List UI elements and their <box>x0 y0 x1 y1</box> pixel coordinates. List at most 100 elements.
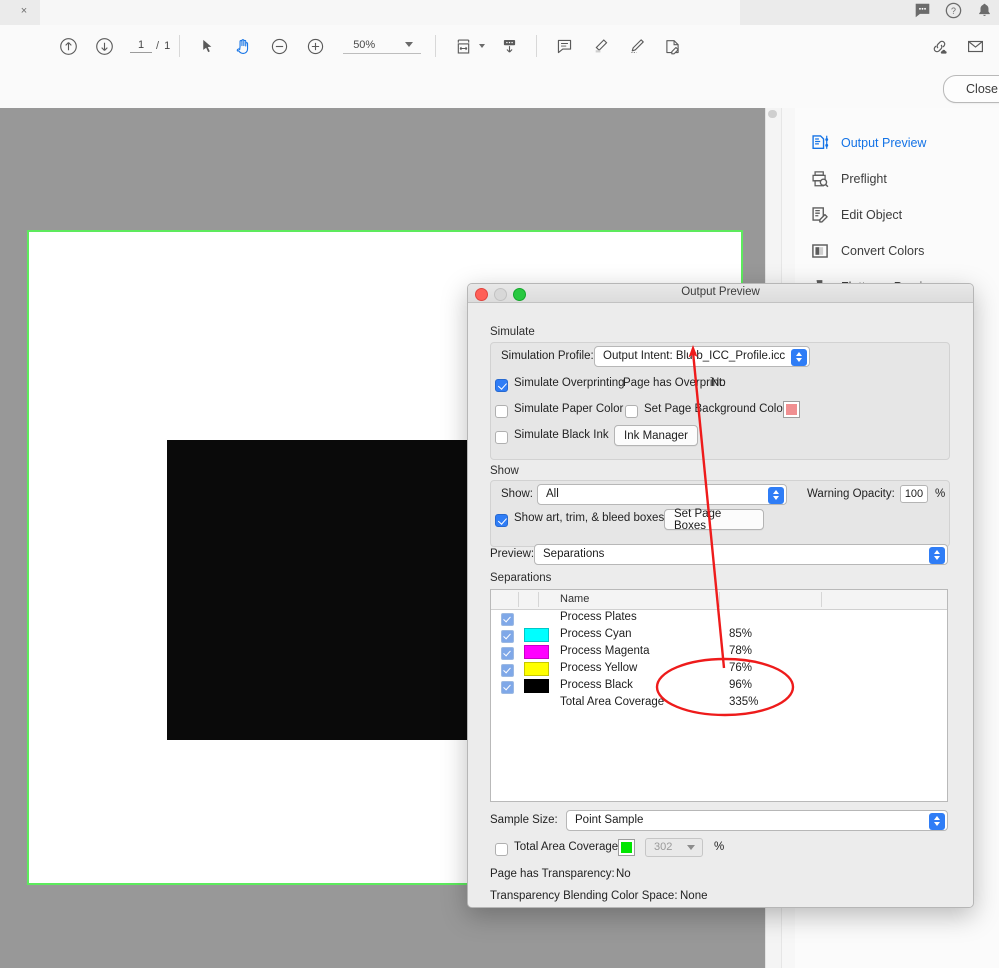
close-button[interactable]: Close <box>943 75 999 103</box>
set-page-background-color-label: Set Page Background Color <box>644 403 787 415</box>
sample-size-select[interactable]: Point Sample <box>566 810 948 831</box>
separation-percent: 335% <box>729 696 759 708</box>
sidebar-item-convert-colors[interactable]: Convert Colors <box>803 236 999 266</box>
comment-icon[interactable] <box>914 2 931 19</box>
page-current-input[interactable]: 1 <box>130 39 152 53</box>
next-page-icon[interactable] <box>91 33 117 59</box>
fit-page-icon[interactable] <box>450 33 476 59</box>
sample-size-label: Sample Size: <box>490 814 558 826</box>
hand-tool-icon[interactable] <box>230 33 256 59</box>
separation-checkbox[interactable] <box>501 681 514 694</box>
preview-label: Preview: <box>490 548 535 560</box>
table-row[interactable]: Process Magenta 78% <box>491 644 947 661</box>
simulation-profile-stepper-icon[interactable] <box>791 348 807 366</box>
output-preview-icon <box>809 132 831 154</box>
simulate-paper-color-checkbox[interactable] <box>495 405 508 418</box>
separation-color-swatch <box>524 679 549 693</box>
show-page-boxes-checkbox[interactable] <box>495 514 508 527</box>
preview-select[interactable]: Separations <box>534 544 948 565</box>
total-area-coverage-swatch[interactable] <box>618 839 635 856</box>
separation-color-swatch <box>524 645 549 659</box>
simulate-black-ink-label: Simulate Black Ink <box>514 429 609 441</box>
close-tab-icon[interactable]: × <box>18 5 30 17</box>
separations-rows: Process Plates Process Cyan 85% Process Mag… <box>491 610 947 712</box>
share-link-icon[interactable] <box>926 33 952 59</box>
add-comment-icon[interactable] <box>551 33 577 59</box>
sidebar-item-output-preview[interactable]: Output Preview <box>803 128 999 158</box>
separation-percent: 96% <box>729 679 753 691</box>
page-has-transparency-label: Page has Transparency: <box>490 868 615 880</box>
sidebar-item-label: Output Preview <box>841 136 927 150</box>
show-value: All <box>546 488 559 500</box>
simulate-paper-color-label: Simulate Paper Color <box>514 403 624 415</box>
dialog-title: Output Preview <box>681 286 760 298</box>
warning-opacity-unit: % <box>935 488 946 500</box>
show-group-label: Show <box>490 465 519 477</box>
chevron-down-icon[interactable] <box>405 42 414 47</box>
table-row[interactable]: Total Area Coverage 335% <box>491 695 947 712</box>
bell-icon[interactable] <box>976 2 993 19</box>
separation-percent: 76% <box>729 662 753 674</box>
dialog-title-bar[interactable]: Output Preview <box>468 284 973 303</box>
preview-stepper-icon[interactable] <box>929 546 945 564</box>
email-icon[interactable] <box>962 33 988 59</box>
sidebar-item-edit-object[interactable]: Edit Object <box>803 200 999 230</box>
page-display-icon[interactable] <box>496 33 522 59</box>
show-page-boxes-label: Show art, trim, & bleed boxes <box>514 512 665 524</box>
page-total: 1 <box>164 40 171 52</box>
edit-object-icon <box>809 204 831 226</box>
toolbar-divider <box>536 35 538 57</box>
draw-icon[interactable] <box>623 33 649 59</box>
table-row[interactable]: Process Black 96% <box>491 678 947 695</box>
separation-checkbox[interactable] <box>501 630 514 643</box>
set-page-background-color-checkbox[interactable] <box>625 405 638 418</box>
main-toolbar: 1 / 1 50% <box>0 25 999 68</box>
previous-page-icon[interactable] <box>55 33 81 59</box>
separation-checkbox[interactable] <box>501 613 514 626</box>
table-row[interactable]: Process Cyan 85% <box>491 627 947 644</box>
page-has-overprint-label: Page has Overprint: <box>623 377 726 389</box>
table-row[interactable]: Process Plates <box>491 610 947 627</box>
page-background-color-swatch[interactable] <box>783 401 800 418</box>
zoom-out-icon[interactable] <box>266 33 292 59</box>
table-row[interactable]: Process Yellow 76% <box>491 661 947 678</box>
simulate-overprinting-checkbox[interactable] <box>495 379 508 392</box>
total-area-coverage-checkbox[interactable] <box>495 843 508 856</box>
document-tab[interactable] <box>40 0 740 25</box>
warning-opacity-input[interactable]: 100 <box>900 485 928 503</box>
separation-color-swatch <box>524 628 549 642</box>
separation-checkbox[interactable] <box>501 664 514 677</box>
select-tool-icon[interactable] <box>194 33 220 59</box>
add-stamp-icon[interactable] <box>659 33 685 59</box>
show-stepper-icon[interactable] <box>768 486 784 504</box>
chrome-icon-group: ? <box>914 2 993 19</box>
column-header-name[interactable]: Name <box>560 593 589 605</box>
show-select[interactable]: All <box>537 484 787 505</box>
simulation-profile-value: Output Intent: Blurb_ICC_Profile.icc <box>603 350 786 362</box>
page-number-control[interactable]: 1 / 1 <box>130 39 170 53</box>
highlight-text-icon[interactable] <box>587 33 613 59</box>
sub-toolbar: Close <box>0 67 999 109</box>
separation-name: Total Area Coverage <box>560 696 665 708</box>
simulation-profile-label: Simulation Profile: <box>501 350 594 362</box>
simulation-profile-select[interactable]: Output Intent: Blurb_ICC_Profile.icc <box>594 346 810 367</box>
sample-size-stepper-icon[interactable] <box>929 812 945 830</box>
zoom-level-control[interactable]: 50% <box>343 39 422 54</box>
chevron-down-icon[interactable] <box>687 845 695 850</box>
vertical-scrollbar-thumb[interactable] <box>768 110 777 118</box>
output-preview-dialog[interactable]: Output Preview Simulate Simulation Profi… <box>467 283 974 908</box>
separation-checkbox[interactable] <box>501 647 514 660</box>
separation-name: Process Magenta <box>560 645 650 657</box>
ink-manager-button[interactable]: Ink Manager <box>614 425 698 446</box>
simulate-black-ink-checkbox[interactable] <box>495 431 508 444</box>
fit-page-chevron-icon[interactable] <box>479 44 486 48</box>
set-page-boxes-button[interactable]: Set Page Boxes <box>664 508 764 532</box>
blending-color-space-label: Transparency Blending Color Space: <box>490 890 678 902</box>
separations-table[interactable]: Name Process Plates Process Cyan 85% Proces… <box>490 589 948 802</box>
acrobat-window: × ? 1 / 1 50% Close Output Preview Prefl… <box>0 0 999 968</box>
zoom-in-icon[interactable] <box>302 33 328 59</box>
help-icon[interactable]: ? <box>945 2 962 19</box>
sidebar-item-label: Convert Colors <box>841 244 925 258</box>
total-area-coverage-threshold-input[interactable]: 302 <box>645 838 703 857</box>
sidebar-item-preflight[interactable]: Preflight <box>803 164 999 194</box>
